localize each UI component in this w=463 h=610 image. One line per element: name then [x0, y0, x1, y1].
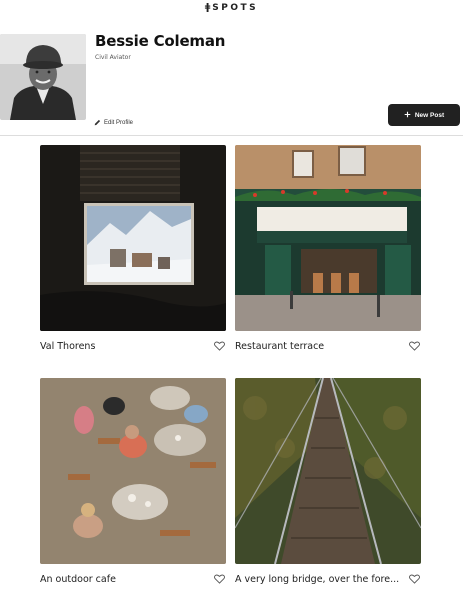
profile-description: Civil Aviator	[95, 54, 131, 61]
app-logo: ǂ SPOTS	[0, 2, 463, 13]
new-post-button[interactable]: New Post	[388, 104, 460, 126]
card-image-restaurant-terrace[interactable]	[235, 145, 421, 331]
card: Val Thorens	[40, 145, 226, 352]
profile-name: Bessie Coleman	[95, 32, 226, 50]
logo-mark: ǂ	[204, 2, 211, 13]
edit-profile-button[interactable]: Edit Profile	[94, 117, 133, 129]
card-title: Restaurant terrace	[235, 340, 325, 352]
heart-icon[interactable]	[407, 340, 421, 352]
card: A very long bridge, over the fore...	[235, 378, 421, 585]
header-divider	[0, 135, 463, 136]
edit-profile-label: Edit Profile	[104, 120, 134, 126]
card-title: A very long bridge, over the fore...	[235, 573, 400, 585]
heart-icon[interactable]	[212, 340, 226, 352]
logo-text: SPOTS	[212, 3, 259, 13]
card-title: Val Thorens	[40, 340, 96, 352]
card-image-val-thorens[interactable]	[40, 145, 226, 331]
card: Restaurant terrace	[235, 145, 421, 352]
new-post-label: New Post	[414, 111, 445, 119]
heart-icon[interactable]	[407, 573, 421, 585]
plus-icon	[404, 111, 411, 120]
card-image-long-bridge[interactable]	[235, 378, 421, 564]
pencil-icon	[94, 119, 101, 128]
card: An outdoor cafe	[40, 378, 226, 585]
card-title: An outdoor cafe	[40, 573, 116, 585]
heart-icon[interactable]	[212, 573, 226, 585]
avatar	[0, 34, 86, 120]
card-image-outdoor-cafe[interactable]	[40, 378, 226, 564]
